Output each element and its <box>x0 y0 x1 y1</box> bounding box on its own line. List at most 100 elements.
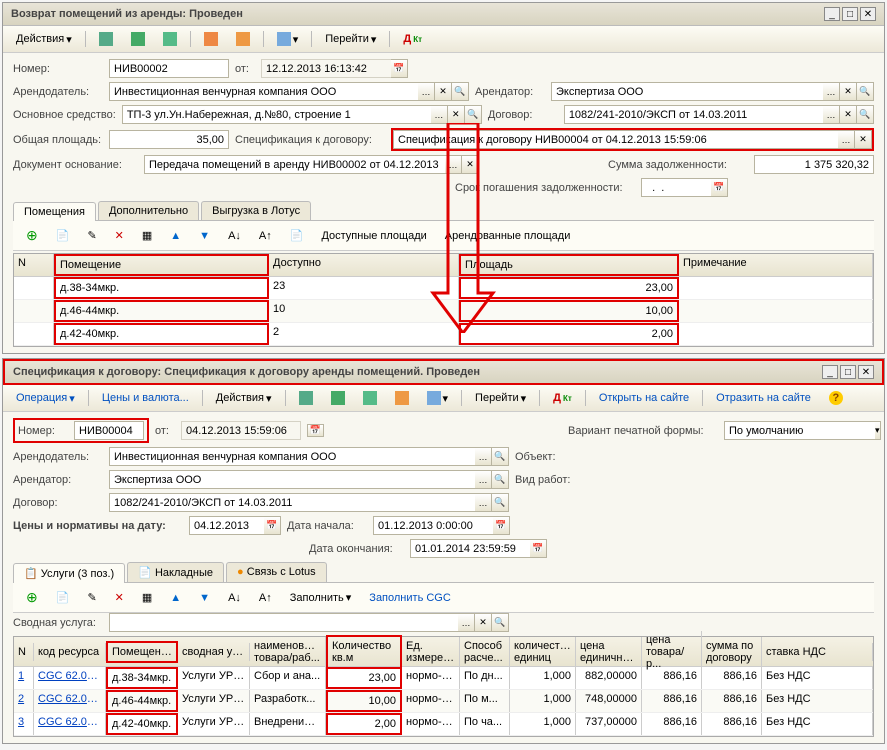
maximize-button[interactable]: □ <box>840 365 856 379</box>
number-input[interactable] <box>74 421 144 440</box>
table-row[interactable]: 2 CGC 62.01... д.46-44мкр. Услуги УРПО Р… <box>14 690 873 713</box>
number-input[interactable] <box>109 59 229 78</box>
down-icon[interactable]: ▼ <box>192 227 217 245</box>
tenant-input[interactable] <box>551 82 823 101</box>
minimize-button[interactable]: _ <box>824 7 840 21</box>
prices-button[interactable]: Цены и валюта... <box>95 389 196 407</box>
icon-button[interactable]: ▾ <box>420 388 456 408</box>
dtkt-icon[interactable]: ДКт <box>396 30 429 48</box>
open-site-button[interactable]: Открыть на сайте <box>592 389 696 407</box>
icon-button[interactable] <box>388 388 416 408</box>
clear-icon[interactable]: ✕ <box>462 155 479 174</box>
start-input[interactable] <box>373 516 493 535</box>
table-row[interactable]: 1 CGC 62.01... д.38-34мкр. Услуги УРПО С… <box>14 667 873 690</box>
clear-icon[interactable]: ✕ <box>448 105 465 124</box>
open-icon[interactable]: 🔍 <box>465 105 482 124</box>
add-icon[interactable]: ⊕ <box>19 586 45 609</box>
tab-lotus[interactable]: Выгрузка в Лотус <box>201 201 311 220</box>
prices-date-input[interactable] <box>189 516 264 535</box>
debt-input[interactable] <box>754 155 874 174</box>
operation-menu[interactable]: Операция ▾ <box>9 389 82 408</box>
select-icon[interactable]: … <box>458 613 475 632</box>
help-icon[interactable]: ? <box>822 388 850 408</box>
tab-services[interactable]: 📋 Услуги (3 поз.) <box>13 563 125 583</box>
clear-icon[interactable]: ✕ <box>475 613 492 632</box>
from-input[interactable] <box>181 421 301 440</box>
select-icon[interactable]: … <box>475 493 492 512</box>
table-row[interactable]: д.42-40мкр. 2 2,00 <box>14 323 873 346</box>
asset-input[interactable] <box>122 105 431 124</box>
table-row[interactable]: д.46-44мкр. 10 10,00 <box>14 300 873 323</box>
calendar-icon[interactable]: 📅 <box>493 516 510 535</box>
deadline-input[interactable] <box>641 178 711 197</box>
maximize-button[interactable]: □ <box>842 7 858 21</box>
sort-desc-icon[interactable]: A↑ <box>252 589 279 607</box>
fill-cgc-button[interactable]: Заполнить CGC <box>362 589 458 607</box>
clear-icon[interactable]: ✕ <box>840 82 857 101</box>
delete-icon[interactable]: ✕ <box>108 226 131 245</box>
select-icon[interactable]: … <box>418 82 435 101</box>
base-input[interactable] <box>144 155 445 174</box>
icon-button-1[interactable] <box>92 29 120 49</box>
calendar-icon[interactable]: 📅 <box>530 539 547 558</box>
up-icon[interactable]: ▲ <box>163 589 188 607</box>
select-icon[interactable]: … <box>823 105 840 124</box>
print-input[interactable] <box>724 421 875 440</box>
select-icon[interactable]: … <box>431 105 448 124</box>
fill-menu[interactable]: Заполнить ▾ <box>283 588 359 607</box>
area-input[interactable] <box>109 130 229 149</box>
goto-menu[interactable]: Перейти ▾ <box>318 30 383 49</box>
summary-input[interactable] <box>109 613 458 632</box>
actions-menu[interactable]: Действия ▾ <box>209 389 279 408</box>
sort-desc-icon[interactable]: A↑ <box>252 227 279 245</box>
calendar-icon[interactable]: 📅 <box>391 59 408 78</box>
select-icon[interactable]: … <box>838 130 855 149</box>
down-icon[interactable]: ▼ <box>192 589 217 607</box>
copy-icon[interactable]: 📄 <box>49 588 77 607</box>
icon-button-2[interactable] <box>124 29 152 49</box>
sort-asc-icon[interactable]: A↓ <box>221 589 248 607</box>
select-icon[interactable]: … <box>475 470 492 489</box>
grid-icon[interactable]: ▦ <box>135 588 159 607</box>
tenant-input[interactable] <box>109 470 475 489</box>
table-row[interactable]: д.38-34мкр. 23 23,00 <box>14 277 873 300</box>
services-grid[interactable]: N код ресурса Помещение сводная услуга н… <box>13 636 874 737</box>
page-icon[interactable]: 📄 <box>283 226 311 245</box>
select-icon[interactable]: … <box>475 447 492 466</box>
open-icon[interactable]: 🔍 <box>857 82 874 101</box>
contract-input[interactable] <box>564 105 823 124</box>
reflect-site-button[interactable]: Отразить на сайте <box>709 389 818 407</box>
minimize-button[interactable]: _ <box>822 365 838 379</box>
clear-icon[interactable]: ✕ <box>435 82 452 101</box>
close-button[interactable]: ✕ <box>860 7 876 21</box>
tab-rooms[interactable]: Помещения <box>13 202 96 221</box>
calendar-icon[interactable]: 📅 <box>264 516 281 535</box>
tab-lotus[interactable]: ● Связь с Lotus <box>226 562 327 582</box>
rented-areas-button[interactable]: Арендованные площади <box>438 227 578 245</box>
select-icon[interactable]: … <box>445 155 462 174</box>
close-button[interactable]: ✕ <box>858 365 874 379</box>
edit-icon[interactable]: ✎ <box>80 588 103 607</box>
open-icon[interactable]: 🔍 <box>492 493 509 512</box>
open-icon[interactable]: 🔍 <box>452 82 469 101</box>
table-row[interactable]: 3 CGC 62.01... д.42-40мкр. Услуги УРПО В… <box>14 713 873 736</box>
goto-menu[interactable]: Перейти ▾ <box>468 389 533 408</box>
icon-button-5[interactable] <box>229 29 257 49</box>
add-icon[interactable]: ⊕ <box>19 224 45 247</box>
edit-icon[interactable]: ✎ <box>80 226 103 245</box>
open-icon[interactable]: 🔍 <box>492 470 509 489</box>
landlord-input[interactable] <box>109 82 418 101</box>
end-input[interactable] <box>410 539 530 558</box>
up-icon[interactable]: ▲ <box>163 227 188 245</box>
select-icon[interactable]: … <box>823 82 840 101</box>
icon-button-3[interactable] <box>156 29 184 49</box>
spec-input[interactable] <box>393 130 838 149</box>
tab-extra[interactable]: Дополнительно <box>98 201 199 220</box>
tab-invoices[interactable]: 📄 Накладные <box>127 562 224 582</box>
add-copy-icon[interactable]: 📄 <box>49 226 77 245</box>
icon-button[interactable] <box>356 388 384 408</box>
grid-icon[interactable]: ▦ <box>135 226 159 245</box>
dtkt-icon[interactable]: ДКт <box>546 389 579 407</box>
calendar-icon[interactable]: 📅 <box>307 424 324 437</box>
delete-icon[interactable]: ✕ <box>108 588 131 607</box>
